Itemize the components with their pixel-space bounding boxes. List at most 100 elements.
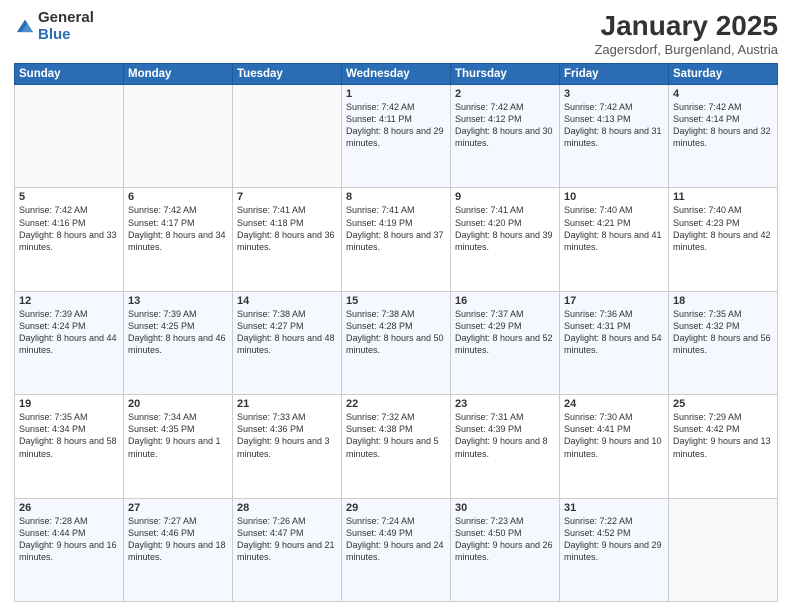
calendar-day-cell [233,85,342,188]
day-info: Sunrise: 7:41 AMSunset: 4:18 PMDaylight:… [237,204,337,253]
day-number: 19 [19,398,119,410]
calendar-day-cell [669,498,778,601]
weekday-header: Friday [560,64,669,85]
day-info: Sunrise: 7:42 AMSunset: 4:17 PMDaylight:… [128,204,228,253]
day-info: Sunrise: 7:41 AMSunset: 4:20 PMDaylight:… [455,204,555,253]
calendar-day-cell: 28Sunrise: 7:26 AMSunset: 4:47 PMDayligh… [233,498,342,601]
day-number: 4 [673,88,773,100]
day-number: 12 [19,295,119,307]
day-info: Sunrise: 7:42 AMSunset: 4:14 PMDaylight:… [673,101,773,150]
day-number: 6 [128,191,228,203]
day-info: Sunrise: 7:38 AMSunset: 4:28 PMDaylight:… [346,308,446,357]
day-info: Sunrise: 7:34 AMSunset: 4:35 PMDaylight:… [128,411,228,460]
day-number: 25 [673,398,773,410]
day-info: Sunrise: 7:24 AMSunset: 4:49 PMDaylight:… [346,515,446,564]
day-info: Sunrise: 7:23 AMSunset: 4:50 PMDaylight:… [455,515,555,564]
calendar-table: SundayMondayTuesdayWednesdayThursdayFrid… [14,63,778,602]
day-info: Sunrise: 7:36 AMSunset: 4:31 PMDaylight:… [564,308,664,357]
day-number: 26 [19,502,119,514]
day-info: Sunrise: 7:40 AMSunset: 4:21 PMDaylight:… [564,204,664,253]
calendar-day-cell: 14Sunrise: 7:38 AMSunset: 4:27 PMDayligh… [233,291,342,394]
day-number: 28 [237,502,337,514]
calendar-day-cell: 27Sunrise: 7:27 AMSunset: 4:46 PMDayligh… [124,498,233,601]
calendar-day-cell: 29Sunrise: 7:24 AMSunset: 4:49 PMDayligh… [342,498,451,601]
logo-text: General Blue [38,10,94,43]
day-number: 23 [455,398,555,410]
weekday-header: Thursday [451,64,560,85]
day-info: Sunrise: 7:26 AMSunset: 4:47 PMDaylight:… [237,515,337,564]
weekday-header: Saturday [669,64,778,85]
calendar-day-cell: 24Sunrise: 7:30 AMSunset: 4:41 PMDayligh… [560,395,669,498]
calendar-day-cell: 25Sunrise: 7:29 AMSunset: 4:42 PMDayligh… [669,395,778,498]
calendar-day-cell: 8Sunrise: 7:41 AMSunset: 4:19 PMDaylight… [342,188,451,291]
calendar-day-cell: 7Sunrise: 7:41 AMSunset: 4:18 PMDaylight… [233,188,342,291]
calendar-day-cell: 11Sunrise: 7:40 AMSunset: 4:23 PMDayligh… [669,188,778,291]
day-info: Sunrise: 7:38 AMSunset: 4:27 PMDaylight:… [237,308,337,357]
calendar-day-cell: 18Sunrise: 7:35 AMSunset: 4:32 PMDayligh… [669,291,778,394]
calendar-day-cell: 6Sunrise: 7:42 AMSunset: 4:17 PMDaylight… [124,188,233,291]
calendar-day-cell: 12Sunrise: 7:39 AMSunset: 4:24 PMDayligh… [15,291,124,394]
calendar-day-cell: 10Sunrise: 7:40 AMSunset: 4:21 PMDayligh… [560,188,669,291]
day-number: 27 [128,502,228,514]
calendar-day-cell: 19Sunrise: 7:35 AMSunset: 4:34 PMDayligh… [15,395,124,498]
day-number: 16 [455,295,555,307]
header: General Blue January 2025 Zagersdorf, Bu… [14,10,778,57]
day-info: Sunrise: 7:33 AMSunset: 4:36 PMDaylight:… [237,411,337,460]
day-info: Sunrise: 7:42 AMSunset: 4:16 PMDaylight:… [19,204,119,253]
calendar-day-cell: 20Sunrise: 7:34 AMSunset: 4:35 PMDayligh… [124,395,233,498]
calendar-day-cell: 22Sunrise: 7:32 AMSunset: 4:38 PMDayligh… [342,395,451,498]
day-info: Sunrise: 7:41 AMSunset: 4:19 PMDaylight:… [346,204,446,253]
day-number: 2 [455,88,555,100]
day-info: Sunrise: 7:40 AMSunset: 4:23 PMDaylight:… [673,204,773,253]
calendar-day-cell: 1Sunrise: 7:42 AMSunset: 4:11 PMDaylight… [342,85,451,188]
calendar-day-cell: 16Sunrise: 7:37 AMSunset: 4:29 PMDayligh… [451,291,560,394]
weekday-header: Wednesday [342,64,451,85]
day-number: 24 [564,398,664,410]
calendar-week-row: 5Sunrise: 7:42 AMSunset: 4:16 PMDaylight… [15,188,778,291]
day-number: 30 [455,502,555,514]
calendar-day-cell: 5Sunrise: 7:42 AMSunset: 4:16 PMDaylight… [15,188,124,291]
day-info: Sunrise: 7:30 AMSunset: 4:41 PMDaylight:… [564,411,664,460]
day-info: Sunrise: 7:42 AMSunset: 4:13 PMDaylight:… [564,101,664,150]
day-number: 8 [346,191,446,203]
day-number: 17 [564,295,664,307]
day-info: Sunrise: 7:39 AMSunset: 4:24 PMDaylight:… [19,308,119,357]
logo-general: General [38,10,94,27]
day-number: 20 [128,398,228,410]
page: General Blue January 2025 Zagersdorf, Bu… [0,0,792,612]
calendar-day-cell: 13Sunrise: 7:39 AMSunset: 4:25 PMDayligh… [124,291,233,394]
day-info: Sunrise: 7:29 AMSunset: 4:42 PMDaylight:… [673,411,773,460]
day-number: 9 [455,191,555,203]
calendar-day-cell: 30Sunrise: 7:23 AMSunset: 4:50 PMDayligh… [451,498,560,601]
day-info: Sunrise: 7:28 AMSunset: 4:44 PMDaylight:… [19,515,119,564]
calendar-day-cell: 23Sunrise: 7:31 AMSunset: 4:39 PMDayligh… [451,395,560,498]
day-info: Sunrise: 7:37 AMSunset: 4:29 PMDaylight:… [455,308,555,357]
calendar-day-cell: 31Sunrise: 7:22 AMSunset: 4:52 PMDayligh… [560,498,669,601]
day-info: Sunrise: 7:22 AMSunset: 4:52 PMDaylight:… [564,515,664,564]
day-number: 14 [237,295,337,307]
calendar-week-row: 19Sunrise: 7:35 AMSunset: 4:34 PMDayligh… [15,395,778,498]
day-number: 11 [673,191,773,203]
day-number: 1 [346,88,446,100]
day-number: 22 [346,398,446,410]
calendar-day-cell: 3Sunrise: 7:42 AMSunset: 4:13 PMDaylight… [560,85,669,188]
title-block: January 2025 Zagersdorf, Burgenland, Aus… [594,10,778,57]
day-number: 21 [237,398,337,410]
day-info: Sunrise: 7:39 AMSunset: 4:25 PMDaylight:… [128,308,228,357]
day-info: Sunrise: 7:35 AMSunset: 4:34 PMDaylight:… [19,411,119,460]
day-number: 31 [564,502,664,514]
calendar-header-row: SundayMondayTuesdayWednesdayThursdayFrid… [15,64,778,85]
logo-icon [14,16,36,38]
day-number: 7 [237,191,337,203]
day-number: 3 [564,88,664,100]
day-number: 15 [346,295,446,307]
calendar-day-cell: 4Sunrise: 7:42 AMSunset: 4:14 PMDaylight… [669,85,778,188]
logo: General Blue [14,10,94,43]
location: Zagersdorf, Burgenland, Austria [594,42,778,57]
calendar-day-cell: 17Sunrise: 7:36 AMSunset: 4:31 PMDayligh… [560,291,669,394]
calendar-day-cell: 26Sunrise: 7:28 AMSunset: 4:44 PMDayligh… [15,498,124,601]
calendar-day-cell: 2Sunrise: 7:42 AMSunset: 4:12 PMDaylight… [451,85,560,188]
calendar-week-row: 1Sunrise: 7:42 AMSunset: 4:11 PMDaylight… [15,85,778,188]
weekday-header: Monday [124,64,233,85]
day-number: 10 [564,191,664,203]
